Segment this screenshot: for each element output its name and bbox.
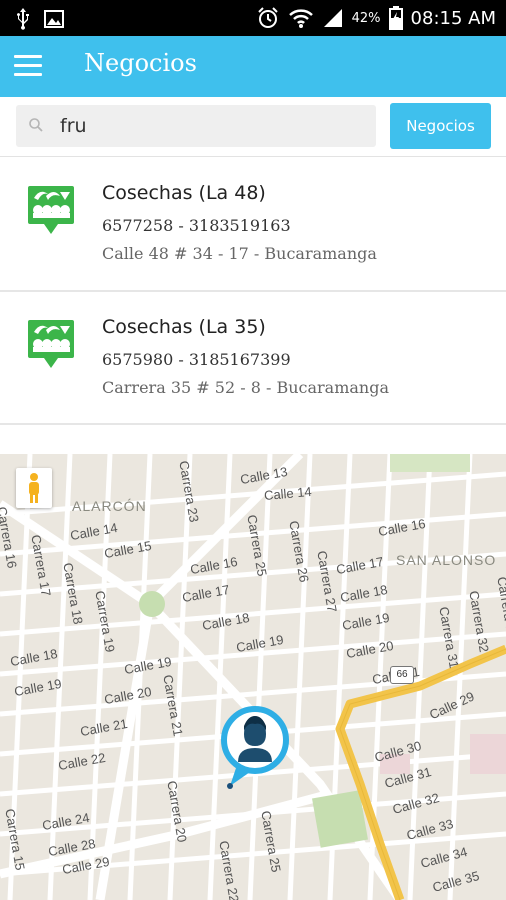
- search-button[interactable]: Negocios: [390, 103, 491, 149]
- list-item[interactable]: Cosechas (La 48) 6577258 - 3183519163 Ca…: [0, 158, 506, 292]
- list-item[interactable]: Cosechas (La 35) 6575980 - 3185167399 Ca…: [0, 292, 506, 425]
- business-phones: 6575980 - 3185167399: [102, 350, 291, 369]
- menu-button[interactable]: [12, 51, 44, 79]
- map-view[interactable]: ALARCÓN SAN ALONSO Calle 13 Calle 14 Cal…: [0, 454, 506, 900]
- business-address: Carrera 35 # 52 - 8 - Bucaramanga: [102, 378, 389, 397]
- business-phones: 6577258 - 3183519163: [102, 216, 291, 235]
- results-list: Cosechas (La 48) 6577258 - 3183519163 Ca…: [0, 158, 506, 425]
- battery-percent: 42%: [351, 10, 381, 26]
- fruit-category-icon: [28, 320, 74, 368]
- fruit-category-icon: [28, 186, 74, 234]
- clock: 08:15 AM: [410, 7, 496, 29]
- app-bar: Negocios: [0, 36, 506, 97]
- pegman-icon: [29, 473, 39, 503]
- search-field[interactable]: [16, 105, 376, 147]
- alarm-icon: [257, 7, 278, 28]
- usb-icon: [17, 8, 29, 30]
- search-icon: [29, 118, 43, 132]
- signal-icon: [323, 9, 342, 27]
- area-label: ALARCÓN: [72, 498, 147, 514]
- status-bar: 42% 08:15 AM: [0, 0, 506, 36]
- wifi-icon: [288, 9, 313, 28]
- battery-icon: [388, 6, 403, 30]
- route-shield: 66: [390, 666, 414, 684]
- area-label: SAN ALONSO: [396, 552, 497, 568]
- search-bar: Negocios: [0, 97, 506, 157]
- business-address: Calle 48 # 34 - 17 - Bucaramanga: [102, 244, 377, 263]
- business-name: Cosechas (La 35): [102, 316, 266, 338]
- search-input[interactable]: [60, 111, 360, 141]
- user-location-marker[interactable]: [216, 706, 294, 790]
- hamburger-icon: [14, 55, 42, 58]
- page-title: Negocios: [84, 49, 197, 77]
- street-view-pegman-button[interactable]: [16, 468, 52, 508]
- image-icon: [44, 10, 64, 28]
- business-name: Cosechas (La 48): [102, 182, 266, 204]
- user-avatar-icon: [221, 706, 289, 789]
